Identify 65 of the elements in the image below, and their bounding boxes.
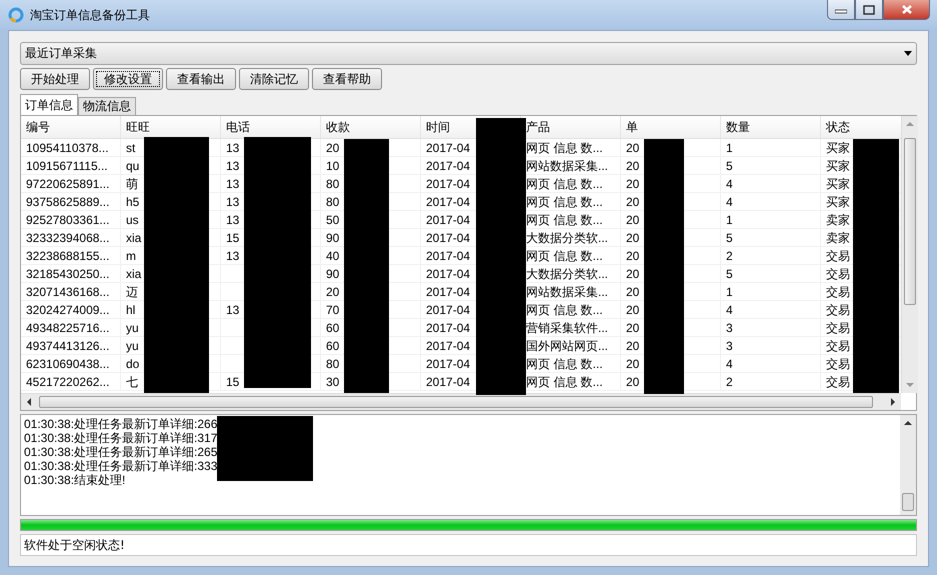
table-cell: 1 [721, 139, 821, 156]
column-header[interactable]: 编号 [26, 116, 50, 138]
table-cell: 93758625889... [21, 193, 121, 210]
table-cell: 97220625891... [21, 175, 121, 192]
toolbar-button[interactable]: 查看输出 [166, 68, 236, 90]
window-title: 淘宝订单信息备份工具 [30, 6, 150, 24]
maximize-icon [863, 4, 875, 14]
table-cell: 4 [721, 355, 821, 372]
maximize-button[interactable] [855, 0, 883, 20]
column-header[interactable]: 旺旺 [126, 116, 150, 138]
log-line: 01:30:38:处理任务最新订单详细:265 [24, 445, 218, 459]
table-cell: 49348225716... [21, 319, 121, 336]
scrollbar-thumb[interactable] [902, 493, 914, 511]
column-header[interactable]: 产品 [526, 116, 550, 138]
table-cell: 3 [721, 319, 821, 336]
column-header[interactable]: 状态 [826, 116, 850, 138]
toolbar-button[interactable]: 修改设置 [93, 68, 163, 90]
column-header[interactable]: 数量 [726, 116, 750, 138]
table-cell: 32185430250... [21, 265, 121, 282]
table-cell: 10915671115... [21, 157, 121, 174]
table-cell: 62310690438... [21, 355, 121, 372]
app-icon [8, 7, 24, 23]
column-header[interactable]: 收款 [326, 116, 350, 138]
dropdown[interactable]: 最近订单采集 [20, 42, 917, 65]
scrollbar-thumb[interactable] [904, 138, 916, 305]
table-cell: 4 [721, 193, 821, 210]
status-field[interactable]: 软件处于空闲状态! [20, 534, 917, 556]
table-cell: 1 [721, 211, 821, 228]
table-cell: 1 [721, 283, 821, 300]
column-header[interactable]: 时间 [426, 116, 450, 138]
vertical-scrollbar[interactable] [900, 415, 916, 515]
horizontal-scrollbar[interactable] [21, 393, 901, 410]
table-cell: 5 [721, 229, 821, 246]
table-cell: 49374413126... [21, 337, 121, 354]
table-cell: 5 [721, 157, 821, 174]
column-header[interactable]: 电话 [226, 116, 250, 138]
toolbar-button[interactable]: 清除记忆 [239, 68, 309, 90]
scrollbar-thumb[interactable] [39, 396, 873, 408]
tab[interactable]: 订单信息 [20, 94, 78, 115]
table-cell: 3 [721, 337, 821, 354]
close-button[interactable] [883, 0, 930, 20]
table-cell: 4 [721, 301, 821, 318]
log-line: 01:30:38:处理任务最新订单详细:333 [24, 459, 218, 473]
column-header[interactable]: 单 [626, 116, 638, 138]
vertical-scrollbar[interactable] [901, 116, 918, 393]
table-cell: 45217220262... [21, 373, 121, 390]
toolbar-button[interactable]: 查看帮助 [312, 68, 382, 90]
minimize-button[interactable] [827, 0, 855, 20]
log-line: 01:30:38:处理任务最新订单详细:266 [24, 417, 218, 431]
log-line: 01:30:38:结束处理! [24, 473, 126, 487]
table-cell: 2 [721, 247, 821, 264]
table-cell: 32024274009... [21, 301, 121, 318]
table-cell: 2 [721, 373, 821, 390]
table-cell: 5 [721, 265, 821, 282]
caret-icon [904, 51, 912, 56]
tab[interactable]: 物流信息 [78, 97, 136, 115]
table-cell: 4 [721, 175, 821, 192]
close-icon [900, 4, 912, 15]
table-cell: 92527803361... [21, 211, 121, 228]
table-cell: 10954110378... [21, 139, 121, 156]
table-cell: 32071436168... [21, 283, 121, 300]
table-cell: 32332394068... [21, 229, 121, 246]
table-cell: 32238688155... [21, 247, 121, 264]
toolbar-button[interactable]: 开始处理 [20, 68, 90, 90]
log-line: 01:30:38:处理任务最新订单详细:317 [24, 431, 218, 445]
